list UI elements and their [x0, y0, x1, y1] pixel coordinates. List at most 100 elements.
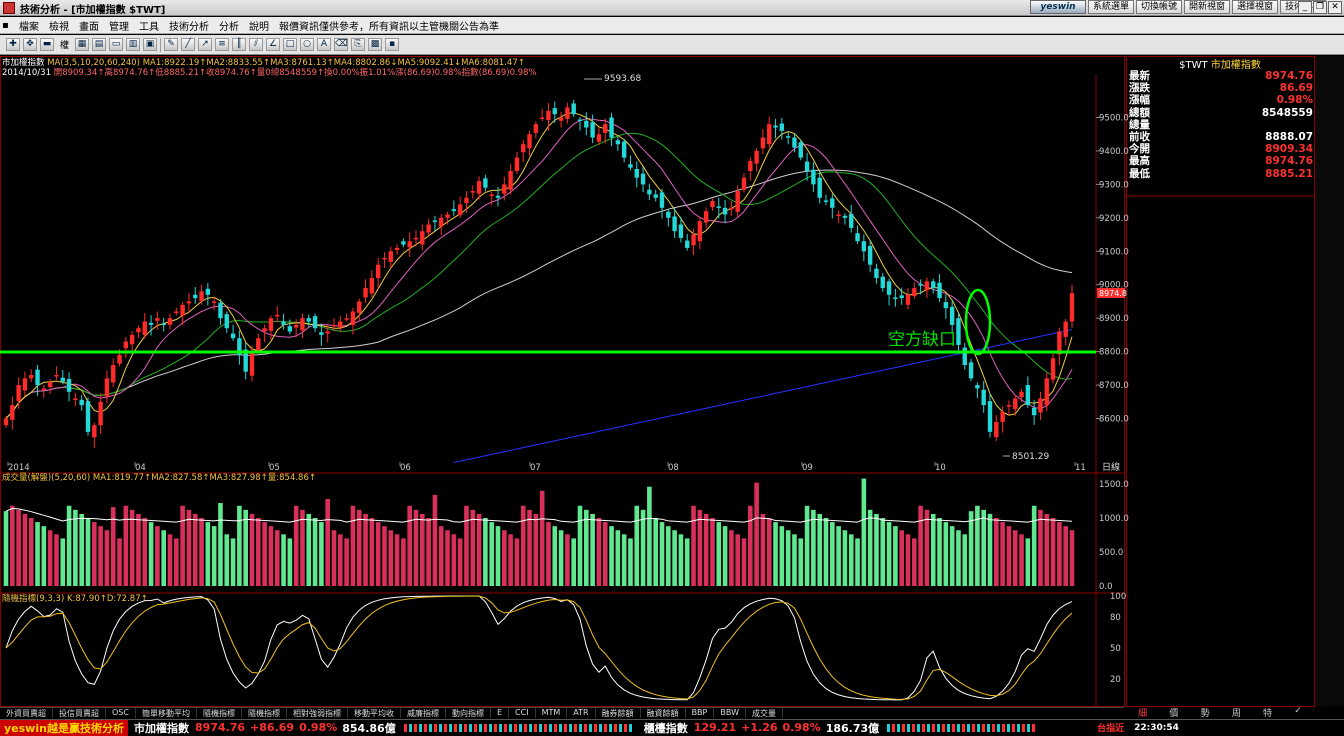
- volume-tick-label: 500.0: [1099, 548, 1123, 558]
- status-otc-value: 129.21: [693, 721, 737, 734]
- volume-bar: [60, 538, 66, 586]
- candle-body: [943, 302, 949, 309]
- indicator-tab[interactable]: 相對強弱指標: [287, 708, 348, 718]
- volume-bar: [584, 509, 589, 586]
- status-otc-change: +1.26: [741, 721, 778, 734]
- quote-row-high: 最高 8974.76: [1129, 155, 1313, 168]
- indicator-tab[interactable]: OSC: [106, 708, 136, 718]
- volume-bar: [123, 505, 129, 586]
- indicator-tab[interactable]: CCI: [509, 708, 536, 718]
- candle-body: [546, 110, 551, 121]
- volume-bar: [520, 505, 526, 586]
- volume-bar: [539, 490, 545, 586]
- candle-body: [275, 314, 280, 317]
- indicator-tab[interactable]: ATR: [567, 708, 596, 718]
- date-tick-label: 08: [668, 463, 679, 473]
- volume-bar: [640, 509, 646, 586]
- candle-body: [22, 378, 28, 391]
- volume-bar: [205, 522, 211, 586]
- indicator-tab[interactable]: 移動平均收: [348, 708, 401, 718]
- quote-value: 8974.76: [1265, 155, 1313, 168]
- indicator-tabs: 外資買賣超 投信買賣超 OSC 簡單移動平均 隨機指標 隨機指標 相對強弱指標 移動平均收 威廉…: [0, 707, 1124, 718]
- volume-bar: [476, 513, 482, 586]
- indicator-tab[interactable]: 融資餘額: [641, 708, 686, 718]
- indicator-tab[interactable]: 隨機指標: [197, 708, 242, 718]
- volume-bars: 1500.0 1000.0 500.0 0.0: [3, 478, 1129, 592]
- candle-body: [710, 201, 715, 208]
- volume-bar: [104, 530, 110, 586]
- indicator-tab[interactable]: 外資買賣超: [0, 708, 53, 718]
- indicator-tab[interactable]: 隨機指標: [242, 708, 287, 718]
- volume-bar: [508, 534, 513, 586]
- candle-body: [85, 401, 91, 432]
- indicator-tab[interactable]: 投信買賣超: [53, 708, 106, 718]
- volume-bar: [281, 534, 286, 586]
- candle-body: [445, 214, 450, 218]
- indicator-tab[interactable]: 動向指標: [446, 708, 491, 718]
- volume-bar: [514, 538, 520, 586]
- volume-bar: [375, 522, 381, 586]
- candle-body: [615, 140, 621, 145]
- volume-bar: [760, 513, 766, 586]
- volume-bar: [312, 518, 318, 586]
- candle-body: [1025, 385, 1031, 406]
- volume-bar: [300, 509, 305, 586]
- volume-bar: [621, 534, 627, 586]
- volume-bar: [615, 530, 621, 586]
- candle-body: [521, 144, 526, 153]
- candle-body: [659, 192, 665, 208]
- candle-body: [73, 398, 78, 400]
- volume-bar: [54, 534, 59, 586]
- volume-bar: [981, 509, 986, 586]
- volume-bar: [817, 513, 822, 586]
- candle-body: [899, 295, 904, 299]
- volume-bar: [722, 526, 728, 586]
- date-tick-label: 05: [269, 463, 280, 473]
- candle-body: [161, 323, 166, 326]
- status-index-change: +86.69: [250, 721, 295, 734]
- indicator-tab[interactable]: 威廉指標: [401, 708, 446, 718]
- quote-value: 8909.34: [1265, 143, 1313, 156]
- candle-body: [502, 184, 507, 194]
- indicator-tab[interactable]: E: [491, 708, 510, 718]
- indicator-tab[interactable]: 融券餘額: [596, 708, 641, 718]
- candle-body: [767, 124, 772, 145]
- date-tick-label: 04: [135, 463, 146, 473]
- status-index-value: 8974.76: [194, 721, 246, 734]
- candle-body: [16, 385, 21, 402]
- candle-body: [338, 321, 343, 328]
- candle-body: [861, 241, 867, 252]
- candle-body: [47, 381, 53, 388]
- volume-bar: [861, 478, 867, 586]
- indicator-tab[interactable]: 成交量: [746, 708, 783, 718]
- candle-body: [230, 333, 236, 339]
- tab-trend[interactable]: 勢: [1201, 706, 1210, 719]
- volume-bar: [886, 522, 892, 586]
- right-panel-title: $TWT 市加權指數: [1127, 56, 1313, 71]
- volume-bar: [912, 538, 917, 586]
- price-tick-label: 9200.0: [1099, 214, 1129, 224]
- volume-bar: [325, 498, 330, 586]
- indicator-tab[interactable]: BBP: [686, 708, 715, 718]
- price-tick-label: 9100.0: [1099, 247, 1129, 257]
- tab-check[interactable]: ✓: [1294, 706, 1302, 718]
- tab-price[interactable]: 價: [1169, 706, 1178, 719]
- indicator-tab[interactable]: 簡單移動平均: [136, 708, 197, 718]
- tab-special[interactable]: 特: [1263, 706, 1272, 719]
- indicator-tab[interactable]: MTM: [536, 708, 568, 718]
- indicator-tab[interactable]: BBW: [714, 708, 746, 718]
- volume-bar: [167, 534, 173, 586]
- volume-bar: [66, 505, 72, 586]
- tab-detail[interactable]: 細: [1138, 706, 1147, 719]
- status-brand: yeswin越是贏技術分析: [0, 719, 128, 736]
- volume-bar: [445, 530, 450, 586]
- volume-bar: [350, 505, 356, 586]
- candle-body: [401, 241, 406, 245]
- volume-bar: [602, 522, 608, 586]
- volume-bar: [918, 505, 923, 586]
- candle-body: [180, 304, 185, 316]
- tab-week[interactable]: 周: [1232, 706, 1241, 719]
- candle-body: [123, 341, 129, 349]
- candle-body: [792, 137, 797, 148]
- candle-body: [672, 216, 677, 232]
